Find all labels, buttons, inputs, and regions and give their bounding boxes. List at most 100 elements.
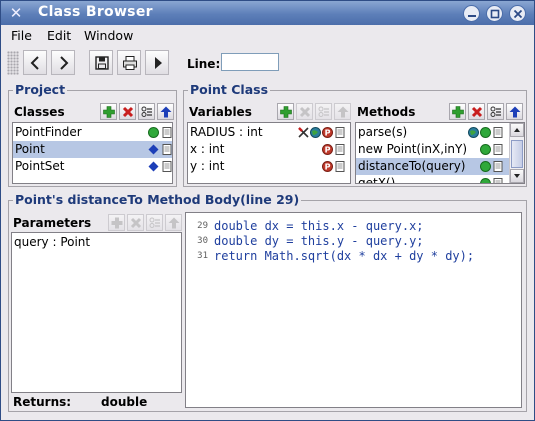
public-green-dot-icon (480, 178, 491, 183)
save-button[interactable] (89, 50, 113, 75)
point-class-title: Point Class (188, 82, 271, 97)
edit-parameter-button[interactable] (146, 214, 163, 231)
class-row-pointset[interactable]: PointSet (13, 158, 172, 175)
code-line[interactable]: 30 double dy = this.y - query.y; (186, 234, 521, 249)
document-icon (493, 144, 503, 155)
parameters-label: Parameters (13, 216, 92, 230)
variable-row-radius[interactable]: RADIUS : int P (188, 124, 350, 141)
final-tools-icon (298, 127, 309, 138)
delete-method-button[interactable] (468, 103, 485, 120)
class-row-pointfinder[interactable]: PointFinder (13, 124, 172, 141)
document-icon (493, 178, 503, 183)
code-line[interactable]: 29 double dx = this.x - query.x; (186, 219, 521, 234)
code-text: double dx = this.x - query.x; (214, 219, 424, 233)
variables-list: RADIUS : int P x : int P y : int P (187, 122, 351, 184)
delete-x-icon (471, 106, 483, 118)
move-class-up-button[interactable] (157, 103, 174, 120)
edit-class-button[interactable] (138, 103, 155, 120)
document-icon (162, 161, 172, 172)
class-row-point[interactable]: Point (13, 141, 172, 158)
move-variable-up-button[interactable] (334, 103, 351, 120)
public-green-dot-icon (480, 144, 491, 155)
code-editor[interactable]: 29 double dx = this.x - query.x; 30 doub… (185, 212, 522, 408)
add-variable-button[interactable] (277, 103, 294, 120)
method-row-constructor[interactable]: new Point(inX,inY) (356, 141, 524, 158)
document-icon (335, 127, 345, 138)
menu-bar: File Edit Window (1, 25, 534, 46)
x-tools-icon: ✕ (9, 4, 23, 22)
close-button[interactable] (509, 5, 526, 22)
class-blue-diamond-icon (148, 161, 159, 172)
forward-button[interactable] (51, 50, 75, 75)
returns-type: double (101, 395, 148, 409)
edit-variable-button[interactable] (315, 103, 332, 120)
variable-row-x[interactable]: x : int P (188, 141, 350, 158)
point-class-panel: Point Class Variables RADIUS : int P x :… (183, 82, 527, 187)
add-method-button[interactable] (449, 103, 466, 120)
up-arrow-icon (337, 106, 349, 118)
scroll-up-button[interactable] (510, 123, 524, 137)
static-globe-icon (468, 127, 479, 138)
move-parameter-up-button[interactable] (165, 214, 182, 231)
minimize-button[interactable] (463, 5, 480, 22)
back-button[interactable] (23, 50, 47, 75)
scroll-thumb[interactable] (511, 140, 523, 168)
parameters-list: query : Point (11, 232, 182, 393)
variable-row-y[interactable]: y : int P (188, 158, 350, 175)
line-label: Line: (187, 57, 221, 71)
delete-x-icon (122, 106, 134, 118)
run-icon (155, 57, 162, 69)
parameter-row-query[interactable]: query : Point (12, 234, 181, 251)
delete-variable-button[interactable] (296, 103, 313, 120)
save-disk-icon (95, 56, 109, 70)
method-row-distanceto[interactable]: distanceTo(query) (356, 158, 524, 175)
private-red-p-icon: P (322, 161, 333, 172)
menu-file[interactable]: File (11, 28, 32, 43)
line-number: 31 (197, 251, 208, 261)
print-button[interactable] (117, 50, 141, 75)
toolbar-grip[interactable] (7, 51, 19, 75)
svg-text:P: P (325, 146, 331, 155)
delete-x-icon (130, 217, 142, 229)
add-plus-icon (111, 217, 123, 229)
edit-method-button[interactable] (487, 103, 504, 120)
delete-parameter-button[interactable] (127, 214, 144, 231)
menu-window[interactable]: Window (84, 28, 133, 43)
classes-list: PointFinder Point PointSet (12, 122, 173, 184)
document-icon (493, 161, 503, 172)
public-green-dot-icon (480, 161, 491, 172)
public-green-dot-icon (480, 127, 491, 138)
svg-text:P: P (325, 129, 331, 138)
forward-arrow-icon (60, 56, 69, 70)
methods-scrollbar[interactable] (509, 123, 524, 183)
run-button[interactable] (145, 50, 169, 75)
menu-edit[interactable]: Edit (47, 28, 71, 43)
line-number: 30 (197, 236, 208, 246)
method-row-parse[interactable]: parse(s) (356, 124, 524, 141)
document-icon (162, 144, 172, 155)
class-blue-diamond-icon (148, 144, 159, 155)
add-class-button[interactable] (100, 103, 117, 120)
line-number-input[interactable] (221, 53, 279, 71)
document-icon (493, 127, 503, 138)
properties-icon (318, 106, 329, 117)
code-line[interactable]: 31 return Math.sqrt(dx * dx + dy * dy); (186, 249, 521, 264)
document-icon (162, 127, 172, 138)
delete-x-icon (299, 106, 311, 118)
scroll-down-button[interactable] (510, 169, 524, 183)
maximize-button[interactable] (486, 5, 503, 22)
move-method-up-button[interactable] (506, 103, 523, 120)
delete-class-button[interactable] (119, 103, 136, 120)
document-icon (335, 144, 345, 155)
toolbar: Line: (1, 47, 534, 79)
class-browser-window: ✕ Class Browser File Edit Window Line: P… (0, 0, 535, 421)
add-plus-icon (452, 106, 464, 118)
private-red-p-icon: P (322, 144, 333, 155)
add-parameter-button[interactable] (108, 214, 125, 231)
static-globe-icon (310, 127, 321, 138)
title-bar[interactable]: ✕ Class Browser (1, 1, 534, 25)
up-arrow-icon (160, 106, 172, 118)
method-row-getx[interactable]: getX() (356, 175, 524, 183)
private-red-p-icon: P (322, 127, 333, 138)
properties-icon (141, 106, 152, 117)
